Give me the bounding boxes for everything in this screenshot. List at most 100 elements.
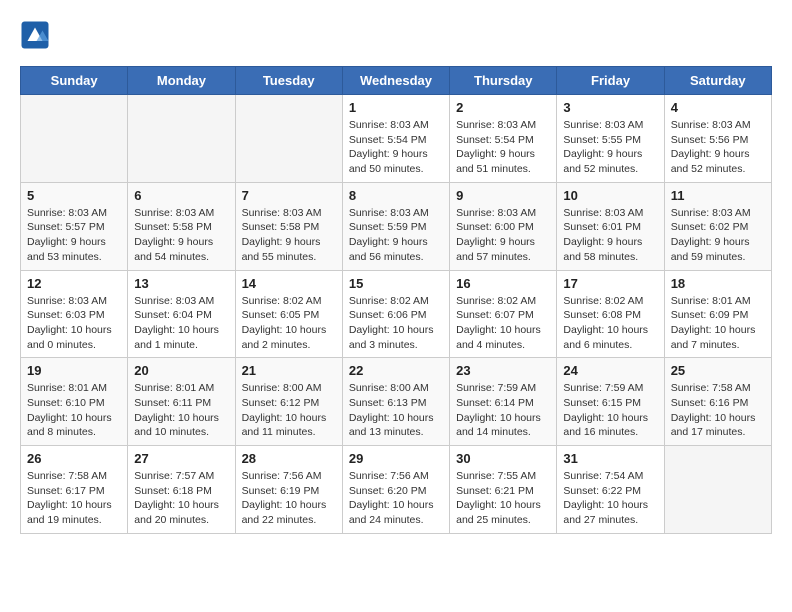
day-number: 18 [671, 276, 765, 291]
day-info: Sunrise: 8:03 AM Sunset: 5:54 PM Dayligh… [349, 118, 443, 177]
day-info: Sunrise: 8:02 AM Sunset: 6:05 PM Dayligh… [242, 294, 336, 353]
calendar-cell: 30 Sunrise: 7:55 AM Sunset: 6:21 PM Dayli… [450, 446, 557, 534]
day-number: 29 [349, 451, 443, 466]
day-info: Sunrise: 8:01 AM Sunset: 6:11 PM Dayligh… [134, 381, 228, 440]
calendar-cell: 20 Sunrise: 8:01 AM Sunset: 6:11 PM Dayli… [128, 358, 235, 446]
day-info: Sunrise: 8:00 AM Sunset: 6:12 PM Dayligh… [242, 381, 336, 440]
calendar-cell: 4Sunrise: 8:03 AM Sunset: 5:56 PM Daylig… [664, 95, 771, 183]
day-number: 19 [27, 363, 121, 378]
day-number: 8 [349, 188, 443, 203]
day-number: 27 [134, 451, 228, 466]
day-number: 24 [563, 363, 657, 378]
calendar-cell: 12 Sunrise: 8:03 AM Sunset: 6:03 PM Dayli… [21, 270, 128, 358]
calendar-week-2: 5 Sunrise: 8:03 AM Sunset: 5:57 PM Daylig… [21, 182, 772, 270]
day-info: Sunrise: 8:03 AM Sunset: 5:57 PM Dayligh… [27, 206, 121, 265]
day-number: 23 [456, 363, 550, 378]
calendar-cell: 7 Sunrise: 8:03 AM Sunset: 5:58 PM Daylig… [235, 182, 342, 270]
calendar-weekday-wednesday: Wednesday [342, 67, 449, 95]
day-info: Sunrise: 8:03 AM Sunset: 5:54 PM Dayligh… [456, 118, 550, 177]
day-number: 11 [671, 188, 765, 203]
calendar-cell: 6Sunrise: 8:03 AM Sunset: 5:58 PM Daylig… [128, 182, 235, 270]
calendar-weekday-sunday: Sunday [21, 67, 128, 95]
calendar-week-3: 12 Sunrise: 8:03 AM Sunset: 6:03 PM Dayli… [21, 270, 772, 358]
day-info: Sunrise: 8:03 AM Sunset: 6:00 PM Dayligh… [456, 206, 550, 265]
logo-icon [20, 20, 50, 50]
day-number: 30 [456, 451, 550, 466]
day-number: 6 [134, 188, 228, 203]
day-info: Sunrise: 8:02 AM Sunset: 6:08 PM Dayligh… [563, 294, 657, 353]
day-info: Sunrise: 7:59 AM Sunset: 6:14 PM Dayligh… [456, 381, 550, 440]
day-number: 12 [27, 276, 121, 291]
day-info: Sunrise: 7:58 AM Sunset: 6:16 PM Dayligh… [671, 381, 765, 440]
day-number: 7 [242, 188, 336, 203]
day-number: 5 [27, 188, 121, 203]
calendar-cell: 25 Sunrise: 7:58 AM Sunset: 6:16 PM Dayli… [664, 358, 771, 446]
calendar-cell: 31 Sunrise: 7:54 AM Sunset: 6:22 PM Dayli… [557, 446, 664, 534]
day-number: 14 [242, 276, 336, 291]
calendar-cell: 3 Sunrise: 8:03 AM Sunset: 5:55 PM Daylig… [557, 95, 664, 183]
day-info: Sunrise: 7:58 AM Sunset: 6:17 PM Dayligh… [27, 469, 121, 528]
calendar-cell: 1 Sunrise: 8:03 AM Sunset: 5:54 PM Daylig… [342, 95, 449, 183]
calendar-cell: 13 Sunrise: 8:03 AM Sunset: 6:04 PM Dayli… [128, 270, 235, 358]
day-info: Sunrise: 7:55 AM Sunset: 6:21 PM Dayligh… [456, 469, 550, 528]
day-info: Sunrise: 7:59 AM Sunset: 6:15 PM Dayligh… [563, 381, 657, 440]
calendar-cell: 17 Sunrise: 8:02 AM Sunset: 6:08 PM Dayli… [557, 270, 664, 358]
calendar-weekday-thursday: Thursday [450, 67, 557, 95]
day-number: 3 [563, 100, 657, 115]
calendar-week-1: 1 Sunrise: 8:03 AM Sunset: 5:54 PM Daylig… [21, 95, 772, 183]
day-number: 16 [456, 276, 550, 291]
day-number: 15 [349, 276, 443, 291]
day-number: 26 [27, 451, 121, 466]
calendar-week-5: 26 Sunrise: 7:58 AM Sunset: 6:17 PM Dayli… [21, 446, 772, 534]
calendar-cell: 21 Sunrise: 8:00 AM Sunset: 6:12 PM Dayli… [235, 358, 342, 446]
day-number: 31 [563, 451, 657, 466]
day-number: 25 [671, 363, 765, 378]
calendar-cell: 16 Sunrise: 8:02 AM Sunset: 6:07 PM Dayli… [450, 270, 557, 358]
day-number: 13 [134, 276, 228, 291]
day-info: Sunrise: 8:03 AM Sunset: 5:58 PM Dayligh… [242, 206, 336, 265]
calendar-cell: 23 Sunrise: 7:59 AM Sunset: 6:14 PM Dayli… [450, 358, 557, 446]
day-info: Sunrise: 8:03 AM Sunset: 6:02 PM Dayligh… [671, 206, 765, 265]
day-info: Sunrise: 7:54 AM Sunset: 6:22 PM Dayligh… [563, 469, 657, 528]
day-number: 1 [349, 100, 443, 115]
day-info: Sunrise: 8:03 AM Sunset: 6:03 PM Dayligh… [27, 294, 121, 353]
calendar-cell: 28 Sunrise: 7:56 AM Sunset: 6:19 PM Dayli… [235, 446, 342, 534]
logo [20, 20, 54, 50]
day-info: Sunrise: 8:03 AM Sunset: 6:04 PM Dayligh… [134, 294, 228, 353]
page-header [20, 20, 772, 50]
day-number: 21 [242, 363, 336, 378]
day-info: Sunrise: 8:02 AM Sunset: 6:07 PM Dayligh… [456, 294, 550, 353]
calendar-cell [21, 95, 128, 183]
calendar-cell: 26 Sunrise: 7:58 AM Sunset: 6:17 PM Dayli… [21, 446, 128, 534]
calendar-cell: 14 Sunrise: 8:02 AM Sunset: 6:05 PM Dayli… [235, 270, 342, 358]
calendar-table: SundayMondayTuesdayWednesdayThursdayFrid… [20, 66, 772, 534]
calendar-cell: 11 Sunrise: 8:03 AM Sunset: 6:02 PM Dayli… [664, 182, 771, 270]
calendar-cell: 10Sunrise: 8:03 AM Sunset: 6:01 PM Dayli… [557, 182, 664, 270]
calendar-cell: 8Sunrise: 8:03 AM Sunset: 5:59 PM Daylig… [342, 182, 449, 270]
day-number: 20 [134, 363, 228, 378]
calendar-cell: 27 Sunrise: 7:57 AM Sunset: 6:18 PM Dayli… [128, 446, 235, 534]
day-number: 10 [563, 188, 657, 203]
calendar-cell: 9Sunrise: 8:03 AM Sunset: 6:00 PM Daylig… [450, 182, 557, 270]
day-number: 28 [242, 451, 336, 466]
day-info: Sunrise: 8:03 AM Sunset: 5:56 PM Dayligh… [671, 118, 765, 177]
calendar-cell: 15 Sunrise: 8:02 AM Sunset: 6:06 PM Dayli… [342, 270, 449, 358]
calendar-cell: 24 Sunrise: 7:59 AM Sunset: 6:15 PM Dayli… [557, 358, 664, 446]
calendar-weekday-saturday: Saturday [664, 67, 771, 95]
day-info: Sunrise: 7:56 AM Sunset: 6:19 PM Dayligh… [242, 469, 336, 528]
day-info: Sunrise: 7:57 AM Sunset: 6:18 PM Dayligh… [134, 469, 228, 528]
calendar-cell: 22Sunrise: 8:00 AM Sunset: 6:13 PM Dayli… [342, 358, 449, 446]
day-info: Sunrise: 8:02 AM Sunset: 6:06 PM Dayligh… [349, 294, 443, 353]
calendar-weekday-monday: Monday [128, 67, 235, 95]
day-number: 17 [563, 276, 657, 291]
day-info: Sunrise: 8:01 AM Sunset: 6:10 PM Dayligh… [27, 381, 121, 440]
calendar-weekday-tuesday: Tuesday [235, 67, 342, 95]
calendar-cell [664, 446, 771, 534]
calendar-cell: 19 Sunrise: 8:01 AM Sunset: 6:10 PM Dayli… [21, 358, 128, 446]
calendar-cell: 2Sunrise: 8:03 AM Sunset: 5:54 PM Daylig… [450, 95, 557, 183]
calendar-weekday-friday: Friday [557, 67, 664, 95]
calendar-cell [235, 95, 342, 183]
calendar-cell: 5 Sunrise: 8:03 AM Sunset: 5:57 PM Daylig… [21, 182, 128, 270]
day-info: Sunrise: 8:03 AM Sunset: 5:55 PM Dayligh… [563, 118, 657, 177]
day-number: 22 [349, 363, 443, 378]
